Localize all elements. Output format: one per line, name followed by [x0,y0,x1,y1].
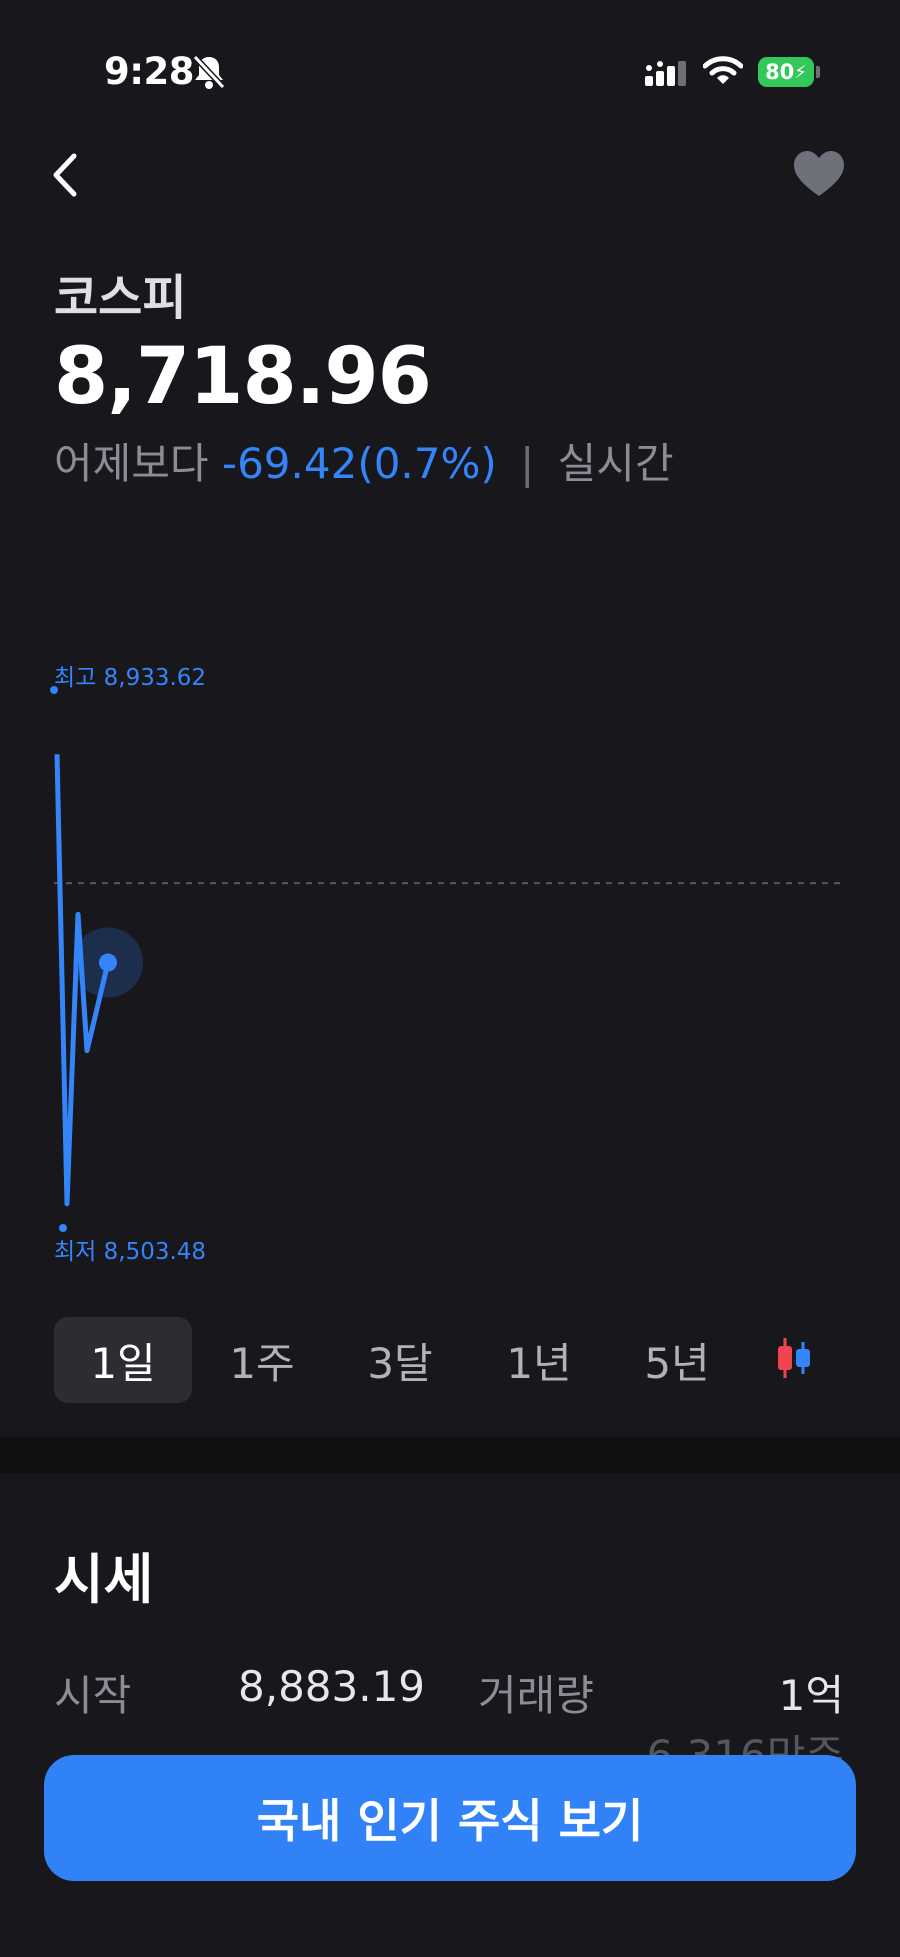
low-marker [59,1224,67,1232]
current-point [99,953,117,972]
high-marker [50,686,58,694]
signal-icon [645,61,686,86]
battery-level: 80 [765,60,795,84]
open-label: 시작 [54,1671,132,1720]
open-value: 8,883.19 [238,1662,426,1711]
candlestick-icon[interactable] [774,1336,814,1380]
charging-bolt-icon: ⚡ [794,61,807,83]
battery-indicator: 80 ⚡ [758,57,814,87]
change-value: -69.42(0.7%) [221,439,497,488]
status-time: 9:28 [104,50,195,93]
price-change-line: 어제보다 -69.42(0.7%) | 실시간 [54,430,674,491]
price-chart[interactable] [0,640,900,1280]
volume-label: 거래량 [478,1671,594,1720]
battery-cap [816,66,820,78]
wifi-icon [703,56,743,84]
period-tab[interactable]: 1주 [193,1317,331,1403]
current-price: 8,718.96 [54,332,432,422]
period-tabs: 1일 1주 3달 1년 5년 [54,1317,846,1403]
volume-value: 1억 [778,1671,844,1720]
popular-stocks-button[interactable]: 국내 인기 주식 보기 [44,1755,856,1881]
bell-slash-icon [192,54,226,90]
separator: | [520,439,535,488]
stock-detail-screen: { "status_bar": { "time": "9:28", "batte… [0,0,900,1957]
heart-icon[interactable] [792,148,846,202]
period-tab[interactable]: 1년 [470,1317,608,1403]
change-prefix: 어제보다 [54,439,209,488]
chart-low-label: 최저 8,503.48 [54,1239,207,1265]
realtime-label: 실시간 [557,439,674,488]
period-tab[interactable]: 1일 [54,1317,192,1403]
section-divider [0,1437,900,1473]
period-tab[interactable]: 3달 [331,1317,469,1403]
period-tab[interactable]: 5년 [608,1317,746,1403]
quote-section-title: 시세 [54,1548,154,1611]
back-icon[interactable] [46,150,86,200]
stock-name: 코스피 [54,270,187,326]
